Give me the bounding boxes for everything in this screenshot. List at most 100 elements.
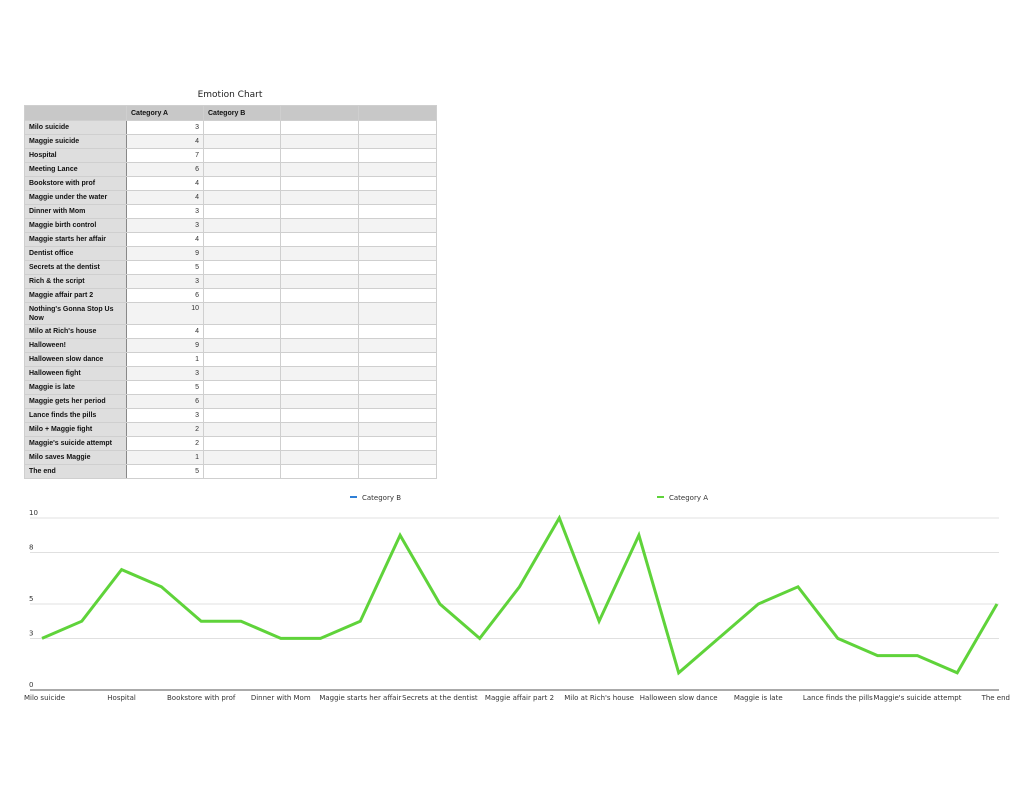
cell-category-a: 3: [126, 366, 204, 381]
cell-empty: [358, 324, 437, 339]
cell-category-a: 2: [126, 422, 204, 437]
cell-empty: [358, 380, 437, 395]
row-label: Maggie suicide: [24, 134, 127, 149]
cell-category-a: 9: [126, 338, 204, 353]
cell-empty: [280, 338, 359, 353]
cell-category-b: [203, 394, 281, 409]
cell-empty: [280, 408, 359, 423]
cell-empty: [358, 232, 437, 247]
table-row: Nothing's Gonna Stop Us Now 10: [24, 302, 437, 325]
row-label: Nothing's Gonna Stop Us Now: [24, 302, 127, 325]
cell-category-b: [203, 232, 281, 247]
cell-empty: [280, 176, 359, 191]
x-tick-label: Maggie is late: [734, 694, 783, 702]
table-row: Halloween slow dance 1: [24, 352, 437, 367]
cell-category-a: 2: [126, 436, 204, 451]
cell-empty: [358, 408, 437, 423]
cell-empty: [280, 148, 359, 163]
cell-empty: [280, 134, 359, 149]
cell-empty: [358, 134, 437, 149]
row-label: Dentist office: [24, 246, 127, 261]
row-label: Lance finds the pills: [24, 408, 127, 423]
cell-empty: [358, 204, 437, 219]
table-row: Maggie's suicide attempt 2: [24, 436, 437, 451]
x-tick-label: Dinner with Mom: [251, 694, 311, 702]
table-row: Dentist office 9: [24, 246, 437, 261]
cell-category-a: 4: [126, 190, 204, 205]
cell-category-b: [203, 134, 281, 149]
row-label: Rich & the script: [24, 274, 127, 289]
cell-empty: [280, 464, 359, 479]
cell-category-b: [203, 218, 281, 233]
cell-category-b: [203, 352, 281, 367]
cell-empty: [280, 380, 359, 395]
x-tick-label: Bookstore with prof: [167, 694, 236, 702]
cell-empty: [280, 218, 359, 233]
cell-category-b: [203, 162, 281, 177]
cell-category-a: 5: [126, 464, 204, 479]
table-row: Milo saves Maggie 1: [24, 450, 437, 465]
cell-category-b: [203, 408, 281, 423]
data-table: Category A Category B Milo suicide 3 Maggi…: [24, 105, 437, 479]
table-row: Meeting Lance 6: [24, 162, 437, 177]
cell-empty: [280, 352, 359, 367]
series-line-category-a: [41, 514, 999, 676]
cell-category-a: 10: [126, 302, 204, 325]
table-row: The end 5: [24, 464, 437, 479]
header-cell-corner: [24, 105, 127, 121]
table-row: Maggie gets her period 6: [24, 394, 437, 409]
table-row: Maggie birth control 3: [24, 218, 437, 233]
cell-empty: [280, 162, 359, 177]
table-header-row: Category A Category B: [24, 105, 437, 121]
table-row: Rich & the script 3: [24, 274, 437, 289]
cell-empty: [358, 246, 437, 261]
cell-category-b: [203, 176, 281, 191]
cell-empty: [280, 302, 359, 325]
cell-category-b: [203, 422, 281, 437]
cell-empty: [280, 450, 359, 465]
y-tick-label: 0: [29, 681, 33, 689]
cell-empty: [358, 366, 437, 381]
cell-category-b: [203, 204, 281, 219]
cell-category-b: [203, 260, 281, 275]
header-cell-empty: [280, 105, 359, 121]
x-tick-label: Secrets at the dentist: [402, 694, 478, 702]
cell-empty: [358, 422, 437, 437]
cell-category-a: 7: [126, 148, 204, 163]
table-row: Maggie affair part 26: [24, 288, 437, 303]
x-tick-label: Halloween slow dance: [640, 694, 718, 702]
x-tick-label: Maggie's suicide attempt: [873, 694, 961, 702]
cell-category-b: [203, 302, 281, 325]
cell-category-a: 6: [126, 162, 204, 177]
row-label: Secrets at the dentist: [24, 260, 127, 275]
y-tick-label: 8: [29, 543, 33, 551]
table-row: Milo suicide 3: [24, 120, 437, 135]
cell-category-b: [203, 148, 281, 163]
table-row: Halloween fight 3: [24, 366, 437, 381]
x-tick-label: Lance finds the pills: [803, 694, 873, 702]
cell-empty: [280, 324, 359, 339]
row-label: Halloween slow dance: [24, 352, 127, 367]
cell-empty: [358, 338, 437, 353]
line-chart: 0 3 5 8 10 Milo suicide Hospital Bookstore with…: [24, 494, 1010, 702]
table-title: Emotion Chart: [197, 90, 263, 100]
cell-category-b: [203, 120, 281, 135]
cell-category-a: 5: [126, 260, 204, 275]
header-cell-empty: [358, 105, 437, 121]
chart-gridlines: [30, 517, 999, 639]
row-label: Maggie affair part 2: [24, 288, 127, 303]
table-row: Secrets at the dentist 5: [24, 260, 437, 275]
table-row: Milo + Maggie fight 2: [24, 422, 437, 437]
cell-empty: [358, 260, 437, 275]
table-row: Hospital 7: [24, 148, 437, 163]
row-label: Milo suicide: [24, 120, 127, 135]
row-label: Maggie starts her affair: [24, 232, 127, 247]
cell-category-a: 5: [126, 380, 204, 395]
cell-category-b: [203, 464, 281, 479]
cell-empty: [358, 190, 437, 205]
cell-category-a: 4: [126, 176, 204, 191]
x-tick-label: Maggie affair part 2: [485, 694, 554, 702]
table-row: Maggie starts her affair 4: [24, 232, 437, 247]
legend-label: Category A: [669, 494, 708, 502]
cell-empty: [358, 218, 437, 233]
